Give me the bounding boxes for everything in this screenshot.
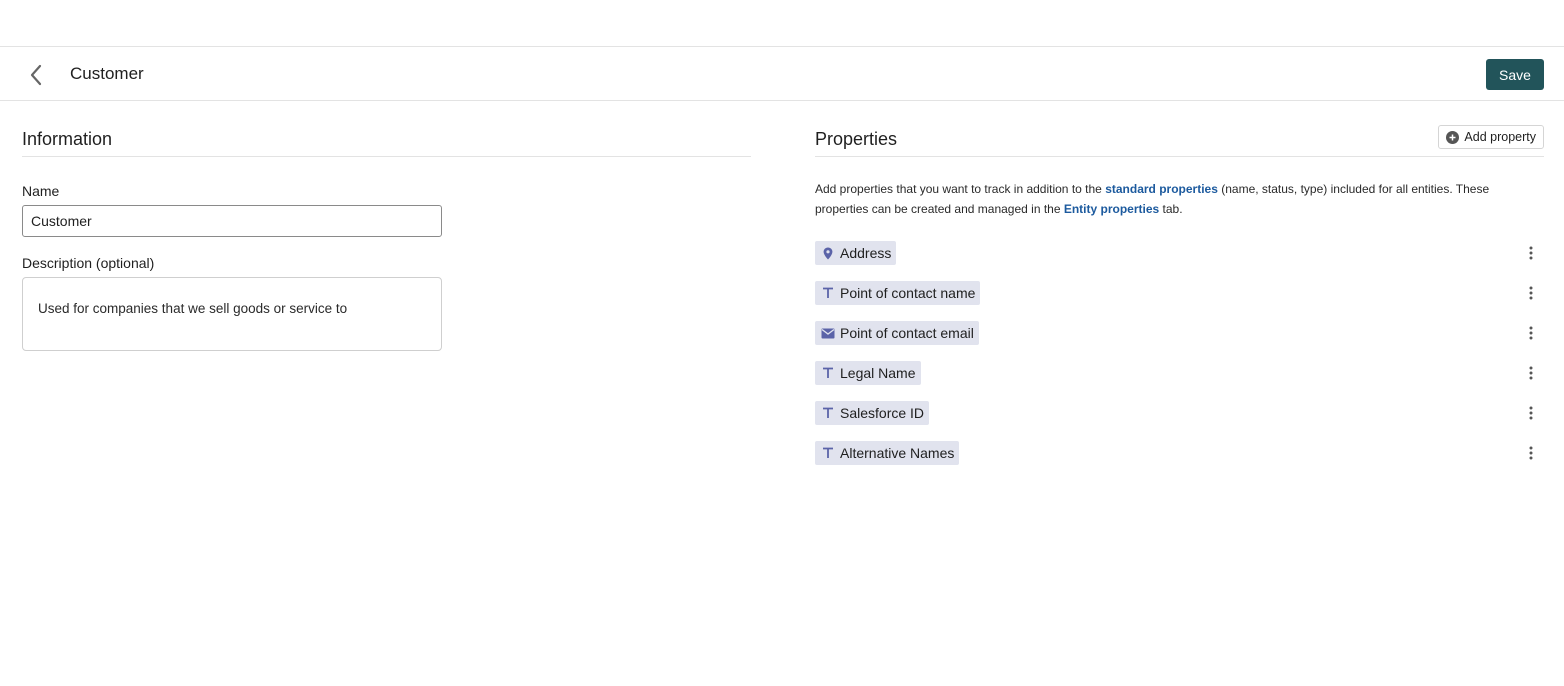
more-options-icon[interactable] bbox=[1523, 405, 1539, 421]
entity-properties-link[interactable]: Entity properties bbox=[1064, 202, 1159, 216]
top-bar bbox=[0, 0, 1564, 47]
property-row-salesforce-id: Salesforce ID bbox=[815, 401, 1544, 441]
add-property-button[interactable]: Add property bbox=[1438, 125, 1544, 149]
helper-text-3: tab. bbox=[1159, 202, 1183, 216]
plus-circle-icon bbox=[1446, 130, 1460, 144]
properties-header: Properties Add property bbox=[815, 101, 1544, 157]
save-button[interactable]: Save bbox=[1486, 59, 1544, 90]
information-section: Information Name Description (optional) … bbox=[22, 101, 751, 351]
information-title: Information bbox=[22, 129, 113, 149]
property-label: Point of contact name bbox=[840, 285, 976, 301]
properties-title: Properties bbox=[815, 129, 898, 149]
property-list: Address Point of contact name Point of c… bbox=[815, 241, 1544, 481]
properties-section: Properties Add property Add properties t… bbox=[815, 101, 1544, 465]
property-label: Legal Name bbox=[840, 365, 916, 381]
property-chip[interactable]: Legal Name bbox=[815, 361, 921, 385]
information-header: Information bbox=[22, 101, 751, 157]
text-type-icon bbox=[821, 366, 835, 380]
chevron-left-icon bbox=[30, 64, 42, 86]
property-row-alternative-names: Alternative Names bbox=[815, 441, 1544, 481]
more-options-icon[interactable] bbox=[1523, 325, 1539, 341]
property-chip[interactable]: Point of contact email bbox=[815, 321, 979, 345]
back-button[interactable] bbox=[22, 61, 50, 89]
description-label: Description (optional) bbox=[22, 255, 155, 271]
text-type-icon bbox=[821, 286, 835, 300]
name-input[interactable] bbox=[22, 205, 442, 237]
page-header: Customer Save bbox=[0, 47, 1564, 101]
description-field[interactable]: Used for companies that we sell goods or… bbox=[22, 277, 442, 351]
property-row-point-of-contact-name: Point of contact name bbox=[815, 281, 1544, 321]
property-label: Alternative Names bbox=[840, 445, 955, 461]
property-chip[interactable]: Salesforce ID bbox=[815, 401, 930, 425]
property-row-legal-name: Legal Name bbox=[815, 361, 1544, 401]
name-label: Name bbox=[22, 183, 60, 199]
property-row-address: Address bbox=[815, 241, 1544, 281]
more-options-icon[interactable] bbox=[1523, 285, 1539, 301]
property-row-point-of-contact-email: Point of contact email bbox=[815, 321, 1544, 361]
more-options-icon[interactable] bbox=[1523, 245, 1539, 261]
page-title: Customer bbox=[70, 64, 144, 83]
property-label: Address bbox=[840, 245, 892, 261]
text-type-icon bbox=[821, 446, 835, 460]
property-label: Point of contact email bbox=[840, 325, 974, 341]
more-options-icon[interactable] bbox=[1523, 365, 1539, 381]
property-chip[interactable]: Address bbox=[815, 241, 897, 265]
add-property-label: Add property bbox=[1464, 130, 1536, 144]
property-chip[interactable]: Point of contact name bbox=[815, 281, 981, 305]
text-type-icon bbox=[821, 406, 835, 420]
properties-helper-text: Add properties that you want to track in… bbox=[815, 179, 1544, 219]
property-label: Salesforce ID bbox=[840, 405, 925, 421]
location-pin-icon bbox=[821, 246, 835, 260]
email-icon bbox=[821, 326, 835, 340]
more-options-icon[interactable] bbox=[1523, 445, 1539, 461]
property-chip[interactable]: Alternative Names bbox=[815, 441, 960, 465]
standard-properties-link[interactable]: standard properties bbox=[1105, 182, 1218, 196]
helper-text-1: Add properties that you want to track in… bbox=[815, 182, 1106, 196]
